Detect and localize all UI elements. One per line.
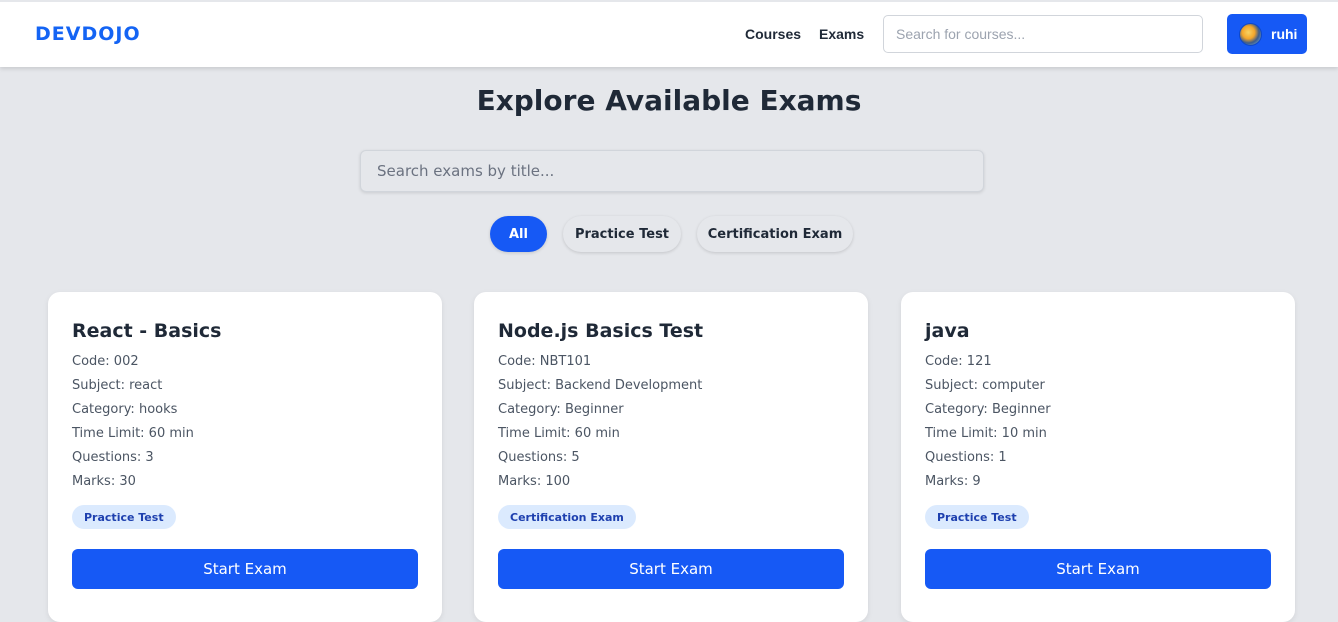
exam-type-badge: Practice Test xyxy=(72,505,176,529)
nav-link-exams[interactable]: Exams xyxy=(819,26,864,42)
nav-link-courses[interactable]: Courses xyxy=(745,26,801,42)
exam-card: java Code: 121 Subject: computer Categor… xyxy=(901,292,1295,622)
filter-practice-test[interactable]: Practice Test xyxy=(563,216,681,252)
exam-subject: Subject: computer xyxy=(925,378,1045,393)
user-name: ruhi xyxy=(1271,26,1298,42)
exam-marks: Marks: 9 xyxy=(925,474,981,489)
exam-category: Category: hooks xyxy=(72,402,178,417)
filter-certification-exam[interactable]: Certification Exam xyxy=(697,216,853,252)
exam-code: Code: NBT101 xyxy=(498,354,592,369)
exam-code: Code: 121 xyxy=(925,354,992,369)
exam-type-badge: Practice Test xyxy=(925,505,1029,529)
logo[interactable]: DEVDOJO xyxy=(35,23,141,45)
user-menu-button[interactable]: ruhi xyxy=(1227,14,1307,54)
exam-card: Node.js Basics Test Code: NBT101 Subject… xyxy=(474,292,868,622)
navbar: DEVDOJO Courses Exams ruhi xyxy=(0,0,1338,67)
exam-questions: Questions: 3 xyxy=(72,450,154,465)
exam-subject: Subject: Backend Development xyxy=(498,378,703,393)
exam-title: java xyxy=(925,320,970,342)
filter-all[interactable]: All xyxy=(490,216,547,252)
page-title: Explore Available Exams xyxy=(476,84,862,117)
user-avatar-icon xyxy=(1239,23,1262,46)
course-search-input[interactable] xyxy=(883,15,1203,53)
start-exam-button[interactable]: Start Exam xyxy=(498,549,844,589)
exam-time-limit: Time Limit: 10 min xyxy=(925,426,1047,441)
exam-marks: Marks: 100 xyxy=(498,474,571,489)
exam-subject: Subject: react xyxy=(72,378,163,393)
exam-category: Category: Beginner xyxy=(498,402,624,417)
exam-marks: Marks: 30 xyxy=(72,474,136,489)
exam-category: Category: Beginner xyxy=(925,402,1051,417)
exam-code: Code: 002 xyxy=(72,354,139,369)
exam-search-input[interactable] xyxy=(360,150,984,192)
start-exam-button[interactable]: Start Exam xyxy=(72,549,418,589)
exam-title: Node.js Basics Test xyxy=(498,320,704,342)
exam-type-badge: Certification Exam xyxy=(498,505,636,529)
exam-questions: Questions: 5 xyxy=(498,450,580,465)
exam-card: React - Basics Code: 002 Subject: react … xyxy=(48,292,442,622)
exam-title: React - Basics xyxy=(72,320,222,342)
exam-time-limit: Time Limit: 60 min xyxy=(498,426,620,441)
start-exam-button[interactable]: Start Exam xyxy=(925,549,1271,589)
exam-time-limit: Time Limit: 60 min xyxy=(72,426,194,441)
exam-questions: Questions: 1 xyxy=(925,450,1007,465)
